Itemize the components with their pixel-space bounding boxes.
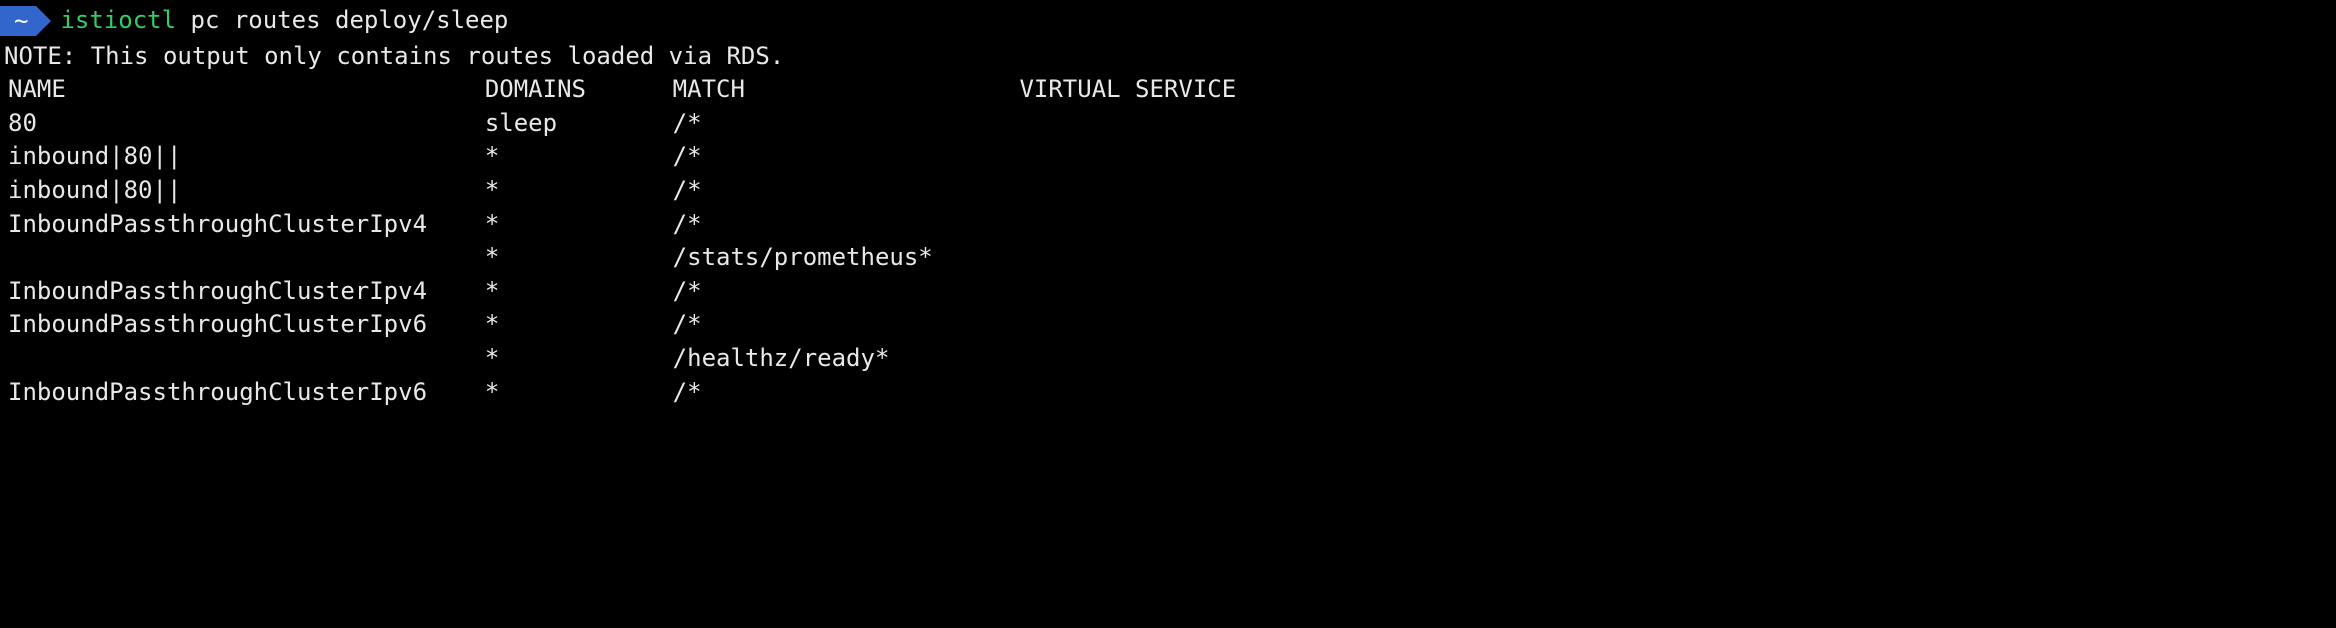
- table-header-row: NAME DOMAINS MATCH VIRTUAL SERVICE: [4, 73, 2336, 107]
- table-row: inbound|80|| * /*: [4, 174, 2336, 208]
- table-row: InboundPassthroughClusterIpv6 * /*: [4, 308, 2336, 342]
- routes-table: NAME DOMAINS MATCH VIRTUAL SERVICE80 sle…: [0, 73, 2336, 409]
- table-row: * /stats/prometheus*: [4, 241, 2336, 275]
- prompt-cwd-symbol: ~: [14, 7, 28, 35]
- table-row: * /healthz/ready*: [4, 342, 2336, 376]
- command-name: istioctl: [60, 4, 176, 38]
- table-row: 80 sleep /*: [4, 107, 2336, 141]
- table-row: InboundPassthroughClusterIpv4 * /*: [4, 208, 2336, 242]
- command-args: pc routes deploy/sleep: [191, 4, 509, 38]
- table-row: InboundPassthroughClusterIpv6 * /*: [4, 376, 2336, 410]
- table-row: inbound|80|| * /*: [4, 140, 2336, 174]
- output-note: NOTE: This output only contains routes l…: [0, 40, 2336, 74]
- prompt-line[interactable]: ~ istioctl pc routes deploy/sleep: [0, 4, 2336, 38]
- table-row: InboundPassthroughClusterIpv4 * /*: [4, 275, 2336, 309]
- prompt-cwd-badge: ~: [0, 6, 36, 36]
